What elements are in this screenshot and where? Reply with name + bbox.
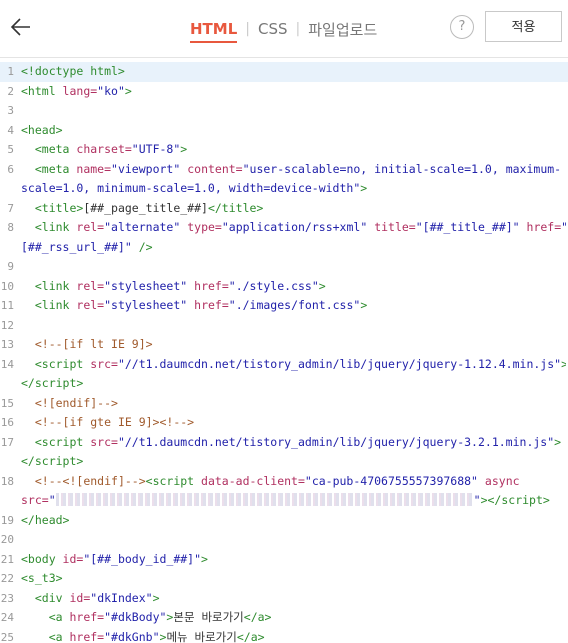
apply-button[interactable]: 적용 xyxy=(485,11,562,42)
line-number: 2 xyxy=(7,84,14,98)
code-line: 9 xyxy=(0,257,568,277)
line-text: [##_rss_url_##]" /> xyxy=(21,239,153,254)
code-line: 7 <title>[##_page_title_##]</title> xyxy=(0,199,568,219)
code-editor[interactable]: 1 <!doctype html> 2 <html lang="ko"> 3 4 <head… xyxy=(0,58,568,643)
code-line: 15 <![endif]--> xyxy=(0,394,568,414)
editor-toolbar: HTML | CSS | 파일업로드 ? 적용 xyxy=(0,0,568,58)
line-text: <meta name="viewport" content="user-scal… xyxy=(34,161,562,176)
back-arrow-icon[interactable] xyxy=(8,14,34,40)
tab-file-upload[interactable]: 파일업로드 xyxy=(308,19,377,40)
code-line: 20 xyxy=(0,530,568,550)
line-number: 16 xyxy=(0,416,14,429)
line-number: 23 xyxy=(0,591,14,605)
code-line: src=" "></script> xyxy=(0,491,568,511)
line-text: <link rel="stylesheet" href="./images/fo… xyxy=(34,298,368,312)
line-number: 18 xyxy=(0,474,14,488)
line-number: 24 xyxy=(0,611,14,624)
line-text: <script src="//t1.daumcdn.net/tistory_ad… xyxy=(34,356,566,371)
code-line: 8 <link rel="alternate" type="applicatio… xyxy=(0,218,568,238)
line-text: <!doctype html> xyxy=(21,64,125,78)
code-line: 22 <s_t3> xyxy=(0,569,568,589)
line-text: <!--[if lt IE 9]> xyxy=(34,337,153,351)
code-line: 25 <a href="#dkGnb">메뉴 바로가기</a> xyxy=(0,628,568,643)
line-text: <body id="[##_body_id_##]"> xyxy=(21,551,208,566)
code-line: 11 <link rel="stylesheet" href="./images… xyxy=(0,296,568,316)
line-number: 14 xyxy=(0,357,14,371)
line-number: 20 xyxy=(0,533,14,546)
line-text: <head> xyxy=(21,122,63,137)
code-line: 12 xyxy=(0,316,568,336)
line-text: <link rel="alternate" type="application/… xyxy=(34,220,566,234)
line-text: <link rel="stylesheet" href="./style.css… xyxy=(34,278,326,293)
line-text: <![endif]--> xyxy=(34,395,118,410)
line-text: <title>[##_page_title_##]</title> xyxy=(34,200,264,215)
line-text: <div id="dkIndex"> xyxy=(34,590,160,605)
line-number: 10 xyxy=(0,279,14,293)
line-number: 13 xyxy=(0,338,14,351)
line-number: 11 xyxy=(0,299,14,312)
editor-tabs: HTML | CSS | 파일업로드 xyxy=(190,17,377,43)
line-number: 5 xyxy=(7,143,14,156)
line-text: </script> xyxy=(21,454,84,468)
tab-css[interactable]: CSS xyxy=(258,20,288,38)
code-line: scale=1.0, minimum-scale=1.0, width=devi… xyxy=(0,179,568,199)
code-line: 10 <link rel="stylesheet" href="./style.… xyxy=(0,277,568,297)
code-line: 14 <script src="//t1.daumcdn.net/tistory… xyxy=(0,355,568,375)
line-number: 6 xyxy=(7,162,14,176)
code-line: [##_rss_url_##]" /> xyxy=(0,238,568,258)
line-number: 21 xyxy=(0,552,14,566)
line-number: 25 xyxy=(0,630,14,643)
line-text: <!--<![endif]--><script data-ad-client="… xyxy=(34,473,520,488)
line-number: 4 xyxy=(7,123,14,137)
line-number: 7 xyxy=(7,201,14,215)
code-line: 5 <meta charset="UTF-8"> xyxy=(0,140,568,160)
code-line: 16 <!--[if gte IE 9]><!--> xyxy=(0,413,568,433)
line-number: 17 xyxy=(0,435,14,449)
code-line: 24 <a href="#dkBody">본문 바로가기</a> xyxy=(0,608,568,628)
line-number: 22 xyxy=(0,572,14,585)
code-line: 2 <html lang="ko"> xyxy=(0,82,568,102)
line-number: 12 xyxy=(0,318,14,332)
code-line: 6 <meta name="viewport" content="user-sc… xyxy=(0,160,568,180)
line-text: <a href="#dkGnb">메뉴 바로가기</a> xyxy=(48,629,265,643)
code-line: 4 <head> xyxy=(0,121,568,141)
line-number: 19 xyxy=(0,513,14,527)
line-text: <!--[if gte IE 9]><!--> xyxy=(34,415,195,429)
line-number: 1 xyxy=(7,65,14,78)
code-line: 13 <!--[if lt IE 9]> xyxy=(0,335,568,355)
line-number: 15 xyxy=(0,396,14,410)
line-text: <script src="//t1.daumcdn.net/tistory_ad… xyxy=(34,434,562,449)
line-text: <a href="#dkBody">본문 바로가기</a> xyxy=(48,610,272,624)
tab-html[interactable]: HTML xyxy=(190,20,238,43)
line-text: </head> xyxy=(21,512,70,527)
code-line: 23 <div id="dkIndex"> xyxy=(0,589,568,609)
code-line: 21 <body id="[##_body_id_##]"> xyxy=(0,550,568,570)
line-text: <s_t3> xyxy=(21,571,63,585)
code-line: </script> xyxy=(0,452,568,472)
line-number: 3 xyxy=(7,104,14,117)
line-text: <meta charset="UTF-8"> xyxy=(34,142,188,156)
code-line: 17 <script src="//t1.daumcdn.net/tistory… xyxy=(0,433,568,453)
code-line: 19 </head> xyxy=(0,511,568,531)
code-line: 1 <!doctype html> xyxy=(0,62,568,82)
tab-separator: | xyxy=(295,21,301,37)
line-number: 8 xyxy=(7,221,14,234)
line-text: <html lang="ko"> xyxy=(21,83,132,98)
code-line: </script> xyxy=(0,374,568,394)
line-number: 9 xyxy=(7,260,14,273)
line-text: scale=1.0, minimum-scale=1.0, width=devi… xyxy=(21,181,368,195)
code-line: 18 <!--<![endif]--><script data-ad-clien… xyxy=(0,472,568,492)
code-line: 3 xyxy=(0,101,568,121)
tab-separator: | xyxy=(245,21,250,37)
help-icon[interactable]: ? xyxy=(450,15,474,39)
line-text: src=" "></script> xyxy=(21,493,550,507)
line-text: </script> xyxy=(21,376,84,390)
